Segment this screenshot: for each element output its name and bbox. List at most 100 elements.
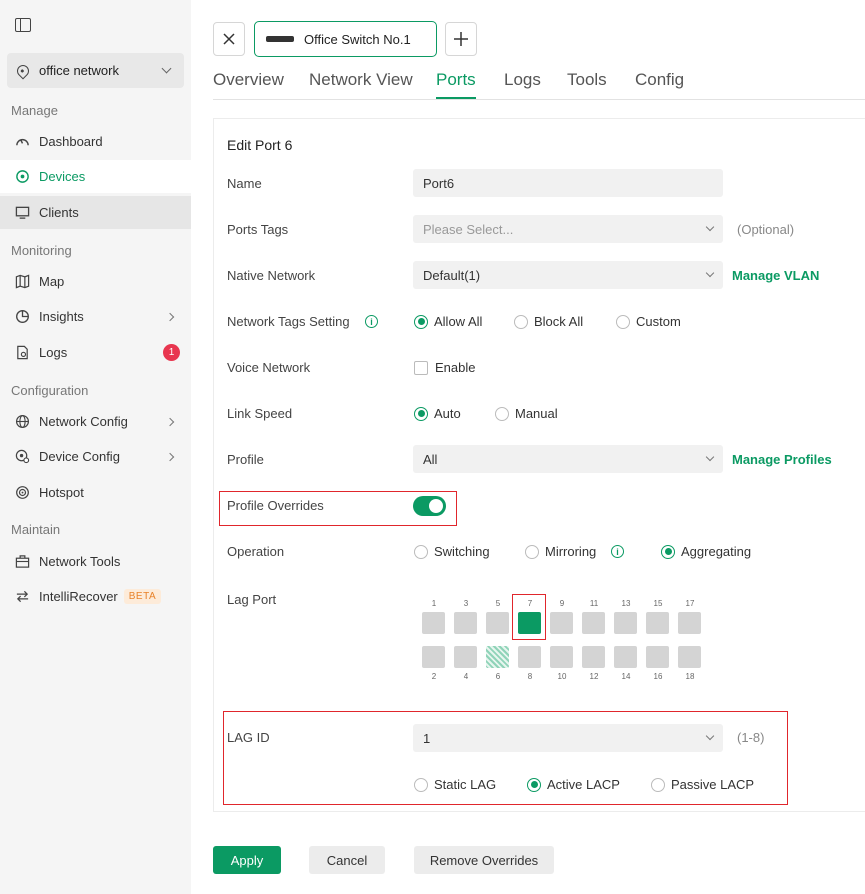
port-9[interactable] [550, 612, 573, 634]
radio-label: Allow All [434, 314, 483, 329]
device-tabs: Overview Network View Ports Logs Tools C… [213, 68, 865, 100]
port-number: 17 [685, 599, 695, 608]
radio-active-lacp[interactable]: Active LACP [527, 777, 620, 792]
profile-label: Profile [227, 452, 264, 467]
tab-tools[interactable]: Tools [567, 70, 607, 90]
port-13[interactable] [614, 612, 637, 634]
manage-profiles-link[interactable]: Manage Profiles [732, 452, 832, 467]
sidebar-item-clients[interactable]: Clients [0, 196, 191, 229]
port-12[interactable] [582, 646, 605, 668]
port-17[interactable] [678, 612, 701, 634]
port-15[interactable] [646, 612, 669, 634]
lag-id-select[interactable]: 1 [413, 724, 723, 752]
radio-block-all[interactable]: Block All [514, 314, 583, 329]
port-5[interactable] [486, 612, 509, 634]
add-tab-button[interactable] [445, 22, 477, 56]
port-8[interactable] [518, 646, 541, 668]
tab-network-view[interactable]: Network View [309, 70, 413, 90]
sidebar-toggle-icon[interactable] [15, 18, 31, 32]
site-name: office network [39, 63, 119, 78]
radio-label: Mirroring [545, 544, 597, 559]
radio-label: Active LACP [547, 777, 620, 792]
tab-ports[interactable]: Ports [436, 70, 476, 99]
info-icon[interactable]: i [365, 315, 378, 328]
port-number: 2 [431, 672, 437, 681]
port-4[interactable] [454, 646, 477, 668]
port-18[interactable] [678, 646, 701, 668]
profile-overrides-toggle[interactable] [413, 496, 446, 516]
profile-value: All [423, 451, 438, 467]
port-3[interactable] [454, 612, 477, 634]
radio-label: Static LAG [434, 777, 497, 792]
link-speed-label: Link Speed [227, 406, 293, 421]
info-icon[interactable]: i [611, 545, 624, 558]
radio-switching[interactable]: Switching [414, 544, 490, 559]
port-11[interactable] [582, 612, 605, 634]
cancel-button[interactable]: Cancel [309, 846, 385, 874]
device-tab[interactable]: Office Switch No.1 [254, 21, 437, 57]
section-configuration: Configuration [11, 383, 89, 398]
sidebar-item-devices[interactable]: Devices [0, 160, 191, 193]
port-10[interactable] [550, 646, 573, 668]
radio-manual[interactable]: Manual [495, 406, 558, 421]
sidebar-item-hotspot[interactable]: Hotspot [0, 476, 191, 509]
tab-config[interactable]: Config [635, 70, 684, 90]
remove-overrides-button[interactable]: Remove Overrides [414, 846, 554, 874]
port-14[interactable] [614, 646, 637, 668]
chevron-down-icon [705, 222, 715, 232]
radio-mirroring[interactable]: Mirroring [525, 544, 596, 559]
apply-button[interactable]: Apply [213, 846, 281, 874]
port-number: 12 [589, 672, 599, 681]
radio-static-lag[interactable]: Static LAG [414, 777, 496, 792]
sidebar-item-network-tools[interactable]: Network Tools [0, 545, 191, 578]
radio-custom[interactable]: Custom [616, 314, 681, 329]
sidebar-item-logs[interactable]: Logs 1 [0, 336, 191, 369]
sidebar-item-dashboard[interactable]: Dashboard [0, 125, 191, 158]
site-selector[interactable]: office network [7, 53, 184, 88]
tab-overview[interactable]: Overview [213, 70, 284, 90]
sidebar-item-label: Device Config [39, 449, 120, 464]
name-input[interactable]: Port6 [413, 169, 723, 197]
sidebar-item-network-config[interactable]: Network Config [0, 405, 191, 438]
sidebar-item-insights[interactable]: Insights [0, 300, 191, 333]
name-label: Name [227, 176, 262, 191]
port-16[interactable] [646, 646, 669, 668]
manage-vlan-link[interactable]: Manage VLAN [732, 268, 819, 283]
ports-tags-placeholder: Please Select... [423, 221, 514, 237]
section-maintain: Maintain [11, 522, 61, 537]
sidebar-item-label: Clients [39, 205, 79, 220]
form-title: Edit Port 6 [227, 137, 293, 153]
radio-label: Auto [434, 406, 461, 421]
sidebar-item-map[interactable]: Map [0, 265, 191, 298]
profile-select[interactable]: All [413, 445, 723, 473]
port-2[interactable] [422, 646, 445, 668]
sidebar: office network Manage Dashboard Devices … [0, 0, 191, 894]
radio-label: Switching [434, 544, 490, 559]
radio-indicator [414, 406, 428, 421]
port-1[interactable] [422, 612, 445, 634]
port-7[interactable] [518, 612, 541, 634]
radio-passive-lacp[interactable]: Passive LACP [651, 777, 754, 792]
radio-aggregating[interactable]: Aggregating [661, 544, 751, 559]
toolbox-icon [14, 554, 30, 570]
radio-allow-all[interactable]: Allow All [414, 314, 482, 329]
device-icon [14, 169, 30, 185]
sidebar-item-device-config[interactable]: Device Config [0, 440, 191, 473]
close-button[interactable] [213, 22, 245, 56]
radio-auto[interactable]: Auto [414, 406, 461, 421]
voice-enable-checkbox[interactable]: Enable [414, 360, 475, 375]
sidebar-item-label: Insights [39, 309, 84, 324]
ports-tags-label: Ports Tags [227, 222, 289, 237]
sidebar-item-intellirecover[interactable]: IntelliRecover BETA [0, 580, 191, 613]
tab-logs[interactable]: Logs [504, 70, 541, 90]
chevron-right-icon [165, 452, 175, 461]
native-network-select[interactable]: Default(1) [413, 261, 723, 289]
radio-indicator [527, 777, 541, 792]
switch-device-icon [266, 36, 294, 42]
lag-port-label: Lag Port [227, 592, 277, 607]
port-number: 6 [495, 672, 501, 681]
voice-network-label: Voice Network [227, 360, 311, 375]
ports-tags-select[interactable]: Please Select... [413, 215, 723, 243]
radio-label: Aggregating [681, 544, 752, 559]
network-tags-label: Network Tags Setting [227, 314, 350, 329]
